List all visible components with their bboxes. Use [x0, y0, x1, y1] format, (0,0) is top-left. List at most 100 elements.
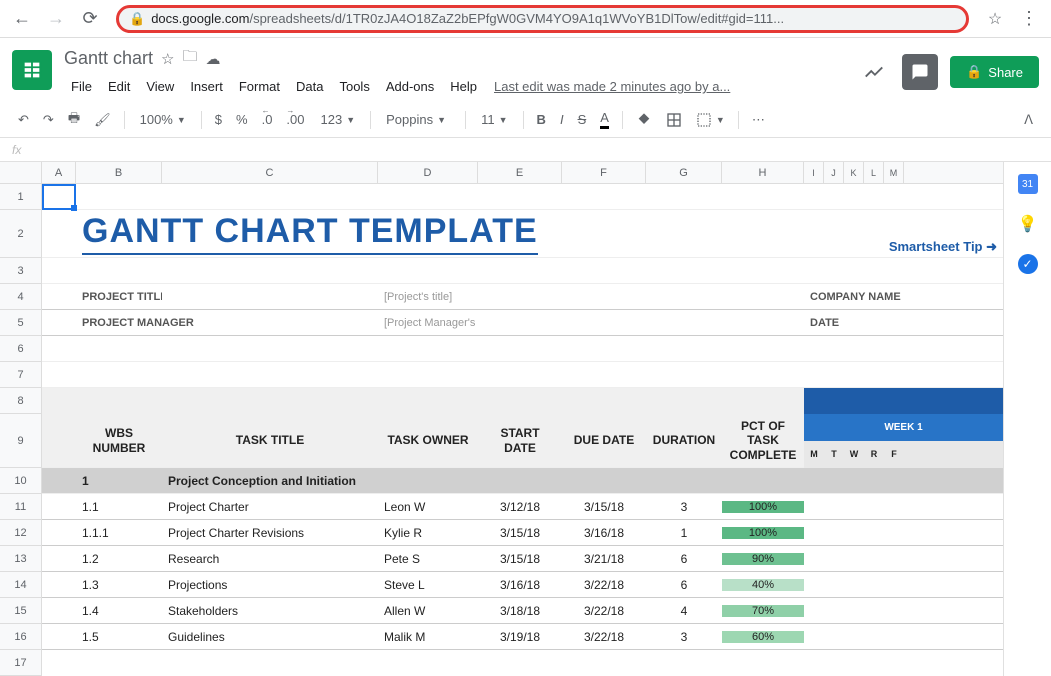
paint-format-button[interactable]: 🖌 — [88, 108, 117, 132]
menu-insert[interactable]: Insert — [183, 75, 230, 98]
text-color-button[interactable]: A — [594, 106, 615, 133]
fill-color-button[interactable] — [630, 108, 658, 132]
menu-addons[interactable]: Add-ons — [379, 75, 441, 98]
project-title-placeholder[interactable]: [Project's title] — [378, 291, 478, 303]
keep-icon[interactable]: 💡 — [1016, 212, 1040, 236]
back-button[interactable]: ← — [8, 5, 36, 33]
row-header[interactable]: 11 — [0, 494, 41, 520]
formula-bar[interactable]: fx — [0, 138, 1051, 162]
project-manager-placeholder[interactable]: [Project Manager's name] — [378, 317, 478, 329]
col-header[interactable]: M — [884, 162, 904, 183]
row-header[interactable]: 2 — [0, 210, 41, 258]
table-row[interactable]: PROJECT TITLE [Project's title] COMPANY … — [42, 284, 1003, 310]
menu-help[interactable]: Help — [443, 75, 484, 98]
row-header[interactable]: 3 — [0, 258, 41, 284]
calendar-icon[interactable]: 31 — [1018, 174, 1038, 194]
more-formats-button[interactable]: 123▼ — [313, 108, 364, 131]
table-row[interactable]: 1.1.1Project Charter RevisionsKylie R3/1… — [42, 520, 1003, 546]
menu-view[interactable]: View — [139, 75, 181, 98]
section-row[interactable]: 1 Project Conception and Initiation — [42, 468, 1003, 494]
doc-title[interactable]: Gantt chart — [64, 48, 153, 69]
menu-edit[interactable]: Edit — [101, 75, 137, 98]
url-bar[interactable]: 🔒 docs.google.com/spreadsheets/d/1TR0zJA… — [116, 5, 969, 33]
col-header[interactable]: B — [76, 162, 162, 183]
table-row[interactable]: 1.2ResearchPete S3/15/183/21/18690% — [42, 546, 1003, 572]
redo-button[interactable]: ↷ — [37, 108, 60, 132]
undo-button[interactable]: ↶ — [12, 108, 35, 132]
table-row[interactable]: 1.5GuidelinesMalik M3/19/183/22/18360% — [42, 624, 1003, 650]
spreadsheet-grid[interactable]: A B C D E F G H I J K L M 1 2 3 4 5 6 7 … — [0, 162, 1003, 676]
table-row[interactable] — [42, 362, 1003, 388]
more-toolbar-button[interactable]: ⋯ — [746, 108, 771, 132]
comments-button[interactable] — [902, 54, 938, 90]
row-header[interactable]: 1 — [0, 184, 41, 210]
move-icon[interactable]: 🗀 — [183, 46, 198, 71]
menu-tools[interactable]: Tools — [332, 75, 376, 98]
zoom-select[interactable]: 100%▼ — [132, 108, 194, 131]
table-row[interactable] — [42, 184, 1003, 210]
row-header[interactable]: 17 — [0, 650, 41, 676]
print-button[interactable]: 🖶 — [62, 105, 86, 135]
font-size-select[interactable]: 11▼ — [473, 108, 515, 131]
col-header[interactable]: L — [864, 162, 884, 183]
row-header[interactable]: 16 — [0, 624, 41, 650]
percent-button[interactable]: % — [230, 108, 254, 131]
col-header[interactable]: A — [42, 162, 76, 183]
row-header[interactable]: 10 — [0, 468, 41, 494]
bookmark-star-icon[interactable]: ☆ — [981, 5, 1009, 33]
row-header[interactable]: 7 — [0, 362, 41, 388]
row-header[interactable]: 4 — [0, 284, 41, 310]
row-header[interactable]: 13 — [0, 546, 41, 572]
col-header[interactable]: D — [378, 162, 478, 183]
table-row[interactable] — [42, 258, 1003, 284]
table-row[interactable]: 1.4StakeholdersAllen W3/18/183/22/18470% — [42, 598, 1003, 624]
borders-button[interactable] — [660, 108, 688, 132]
select-all-corner[interactable] — [0, 162, 42, 183]
last-edit-link[interactable]: Last edit was made 2 minutes ago by a... — [494, 79, 730, 94]
increase-decimal-button[interactable]: .00→ — [280, 108, 310, 131]
menu-format[interactable]: Format — [232, 75, 287, 98]
row-header[interactable]: 15 — [0, 598, 41, 624]
forward-button[interactable]: → — [42, 5, 70, 33]
italic-button[interactable]: I — [554, 108, 570, 131]
menu-data[interactable]: Data — [289, 75, 330, 98]
col-header[interactable]: E — [478, 162, 562, 183]
col-header[interactable]: H — [722, 162, 804, 183]
merge-button[interactable]: ▼ — [690, 108, 731, 132]
decrease-decimal-button[interactable]: .0← — [256, 108, 279, 131]
col-header[interactable]: G — [646, 162, 722, 183]
cloud-icon[interactable]: ☁ — [206, 50, 221, 68]
row-header[interactable]: 12 — [0, 520, 41, 546]
table-row[interactable]: 1.3ProjectionsSteve L3/16/183/22/18640% — [42, 572, 1003, 598]
row-header[interactable]: 14 — [0, 572, 41, 598]
star-icon[interactable]: ☆ — [161, 50, 174, 68]
row-header[interactable]: 5 — [0, 310, 41, 336]
table-row[interactable]: 1.1Project CharterLeon W3/12/183/15/1831… — [42, 494, 1003, 520]
bold-button[interactable]: B — [531, 108, 552, 131]
col-header[interactable]: K — [844, 162, 864, 183]
col-header[interactable]: C — [162, 162, 378, 183]
strike-button[interactable]: S — [572, 108, 593, 131]
collapse-toolbar-button[interactable]: ᐱ — [1018, 108, 1039, 132]
table-row[interactable] — [42, 336, 1003, 362]
row-header[interactable]: 9 — [0, 414, 41, 468]
browser-menu-icon[interactable]: ⋮ — [1015, 5, 1043, 33]
col-header[interactable]: F — [562, 162, 646, 183]
currency-button[interactable]: $ — [209, 108, 228, 131]
font-select[interactable]: Poppins▼ — [378, 108, 458, 131]
tasks-icon[interactable]: ✓ — [1018, 254, 1038, 274]
open-explore-icon[interactable] — [858, 56, 890, 88]
table-row[interactable]: GANTT CHART TEMPLATE Smartsheet Tip ➜ — [42, 210, 1003, 258]
table-row[interactable] — [42, 388, 1003, 414]
col-header[interactable]: J — [824, 162, 844, 183]
due-date-cell: 3/22/18 — [562, 604, 646, 618]
row-header[interactable]: 6 — [0, 336, 41, 362]
sheets-logo-icon[interactable] — [12, 50, 52, 90]
menu-file[interactable]: File — [64, 75, 99, 98]
row-header[interactable]: 8 — [0, 388, 41, 414]
reload-button[interactable]: ⟳ — [76, 5, 104, 33]
table-row[interactable]: PROJECT MANAGER [Project Manager's name]… — [42, 310, 1003, 336]
smartsheet-tip-link[interactable]: Smartsheet Tip ➜ — [889, 239, 997, 255]
col-header[interactable]: I — [804, 162, 824, 183]
share-button[interactable]: 🔒 Share — [950, 56, 1039, 88]
